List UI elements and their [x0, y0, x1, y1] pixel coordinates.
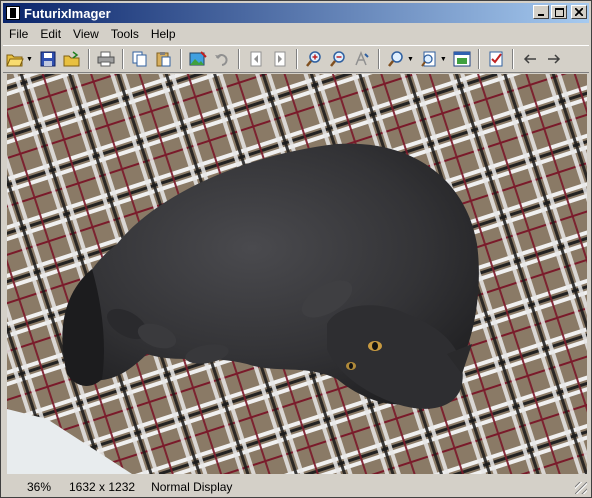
image-properties-button[interactable] — [187, 48, 209, 70]
open-dropdown-icon[interactable]: ▼ — [26, 56, 33, 63]
fit-dropdown-icon[interactable]: ▼ — [440, 56, 447, 63]
previous-file-icon — [250, 51, 262, 67]
status-display-mode: Normal Display — [151, 479, 233, 494]
toolbar-separator — [179, 49, 182, 69]
forward-arrow-icon — [547, 54, 560, 64]
status-bar: 36% 1632 x 1232 Normal Display — [3, 477, 589, 496]
zoom-dropdown-icon — [387, 51, 403, 67]
toolbar-separator — [121, 49, 124, 69]
zoom-dropdown-arrow-icon[interactable]: ▼ — [407, 56, 414, 63]
image-viewport[interactable] — [7, 74, 587, 474]
toolbar-separator — [477, 49, 480, 69]
open-button[interactable] — [4, 48, 26, 70]
zoom-in-button[interactable] — [303, 48, 325, 70]
undo-icon — [214, 54, 228, 66]
print-icon — [97, 51, 115, 67]
paste-icon — [156, 52, 171, 67]
menu-tools[interactable]: Tools — [105, 27, 145, 41]
zoom-out-icon — [329, 51, 345, 67]
fullscreen-button[interactable] — [451, 48, 473, 70]
toolbar: ▼ ▼ ▼ — [3, 45, 589, 73]
window-controls — [533, 5, 587, 19]
title-bar[interactable]: FuturixImager — [3, 3, 589, 23]
toolbar-separator — [295, 49, 298, 69]
app-icon[interactable] — [6, 6, 20, 20]
fit-to-window-icon — [421, 51, 436, 67]
zoom-reset-icon — [355, 51, 369, 66]
menu-edit[interactable]: Edit — [34, 27, 67, 41]
next-file-icon — [274, 51, 286, 67]
toolbar-separator — [511, 49, 514, 69]
minimize-icon — [538, 14, 544, 16]
menu-file[interactable]: File — [3, 27, 34, 41]
status-zoom: 36% — [26, 479, 51, 494]
fit-to-window-button[interactable] — [418, 48, 440, 70]
close-icon — [575, 8, 583, 16]
copy-icon — [132, 51, 147, 67]
next-file-button[interactable] — [269, 48, 291, 70]
app-window: FuturixImager File Edit View Tools Help … — [0, 0, 592, 498]
menu-bar: File Edit View Tools Help — [3, 24, 589, 43]
copy-button[interactable] — [129, 48, 151, 70]
cat-photo — [7, 74, 587, 474]
menu-view[interactable]: View — [67, 27, 105, 41]
toolbar-separator — [87, 49, 90, 69]
paste-button[interactable] — [153, 48, 175, 70]
zoom-out-button[interactable] — [327, 48, 349, 70]
open-file-button[interactable] — [61, 48, 83, 70]
fullscreen-icon — [453, 51, 471, 67]
open-folder-icon — [6, 54, 24, 67]
zoom-menu-button[interactable] — [385, 48, 407, 70]
minimize-button[interactable] — [533, 5, 549, 19]
save-button[interactable] — [37, 48, 59, 70]
menu-help[interactable]: Help — [145, 27, 182, 41]
previous-file-button[interactable] — [245, 48, 267, 70]
toolbar-separator — [377, 49, 380, 69]
open-file-icon — [63, 51, 80, 67]
task-button[interactable] — [485, 48, 507, 70]
status-dimensions: 1632 x 1232 — [69, 479, 136, 494]
task-icon — [489, 51, 503, 67]
back-arrow-icon — [523, 54, 536, 64]
zoom-in-icon — [305, 51, 321, 67]
maximize-button[interactable] — [551, 5, 567, 19]
print-button[interactable] — [95, 48, 117, 70]
close-button[interactable] — [571, 5, 587, 19]
back-button[interactable] — [519, 48, 541, 70]
resize-grip[interactable] — [575, 482, 587, 494]
image-properties-icon — [189, 51, 207, 66]
forward-button[interactable] — [543, 48, 565, 70]
save-icon — [40, 51, 56, 67]
maximize-icon — [554, 7, 564, 17]
toolbar-separator — [237, 49, 240, 69]
window-title: FuturixImager — [24, 5, 111, 21]
undo-button[interactable] — [211, 48, 233, 70]
zoom-reset-button[interactable] — [351, 48, 373, 70]
